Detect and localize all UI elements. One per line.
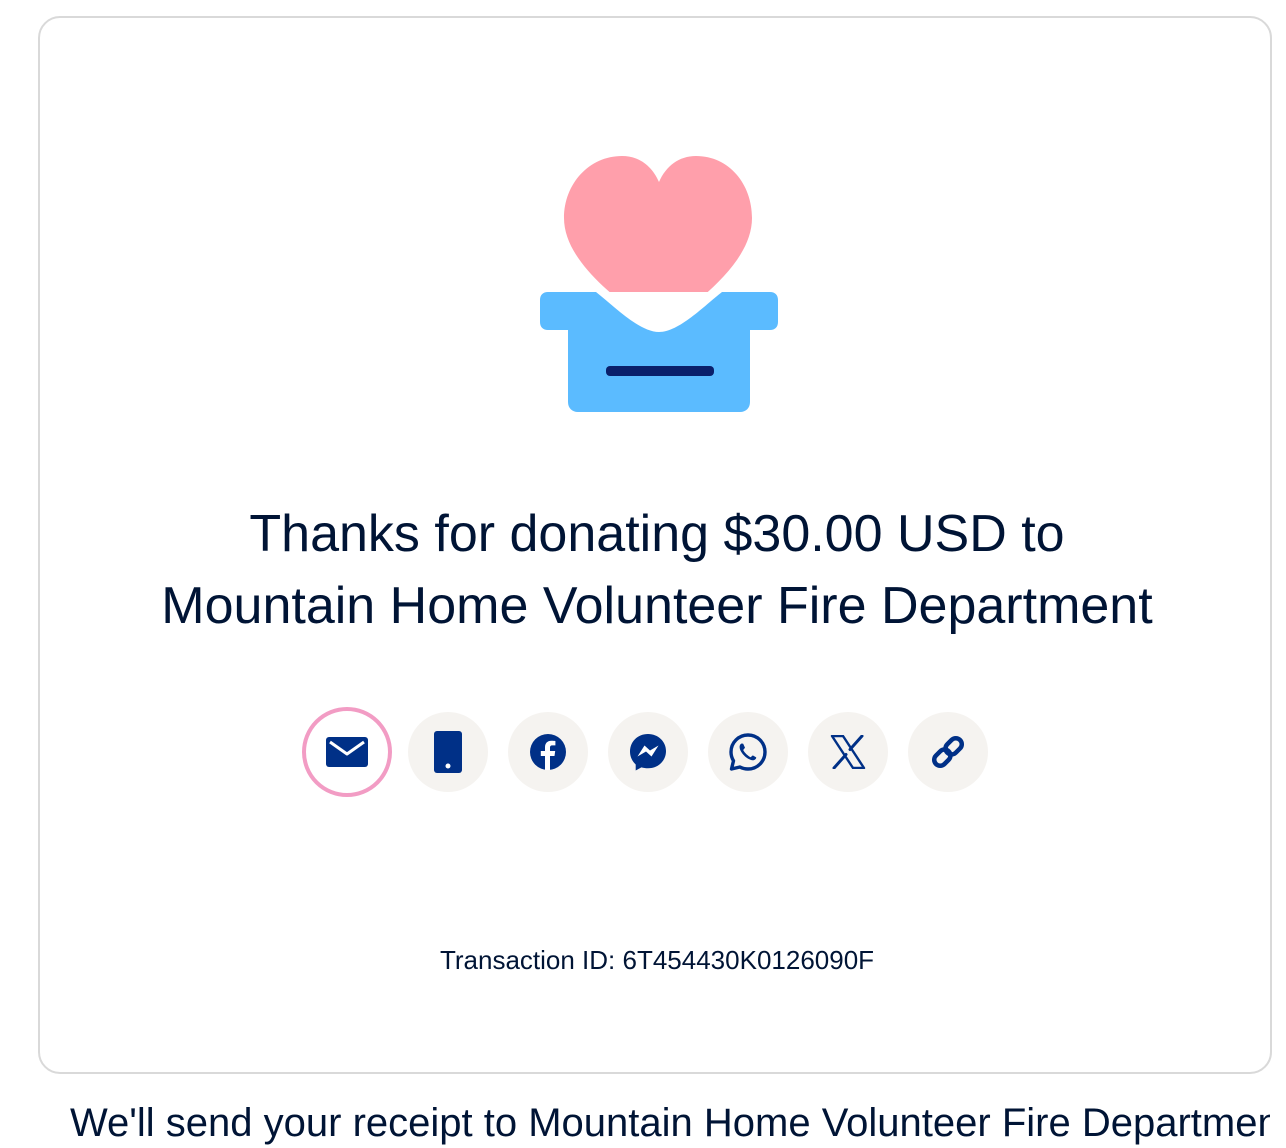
transaction-id: Transaction ID: 6T454430K0126090F <box>439 945 875 975</box>
donation-box-illustration <box>534 154 784 416</box>
confirmation-card: Thanks for donating $30.00 USD to Mounta… <box>38 16 1272 1074</box>
share-messenger-button[interactable] <box>608 712 688 792</box>
messenger-icon <box>630 734 666 771</box>
email-icon <box>326 737 368 767</box>
copy-link-button[interactable] <box>908 712 988 792</box>
share-whatsapp-button[interactable] <box>708 712 788 792</box>
share-buttons <box>302 707 1002 797</box>
share-x-button[interactable] <box>808 712 888 792</box>
heading-line-2: Mountain Home Volunteer Fire Department <box>161 577 1153 635</box>
link-icon <box>931 735 965 769</box>
thank-you-heading: Thanks for donating $30.00 USD to Mounta… <box>40 498 1274 642</box>
share-text-message-button[interactable] <box>408 712 488 792</box>
receipt-message: We'll send your receipt to Mountain Home… <box>70 1101 1270 1145</box>
share-facebook-button[interactable] <box>508 712 588 792</box>
phone-icon <box>434 731 462 773</box>
heading-line-1: Thanks for donating $30.00 USD to <box>249 505 1065 563</box>
x-icon <box>830 735 866 769</box>
share-email-button[interactable] <box>302 707 392 797</box>
facebook-icon <box>530 734 566 770</box>
whatsapp-icon <box>729 733 767 771</box>
